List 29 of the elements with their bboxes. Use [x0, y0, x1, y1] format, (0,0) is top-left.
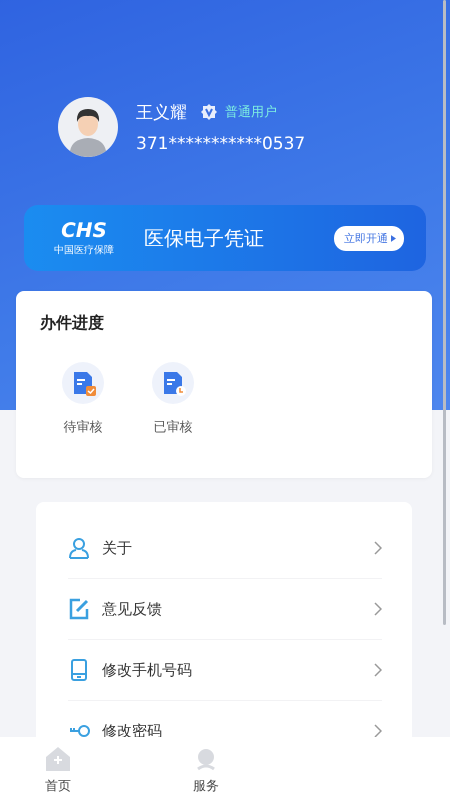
phone-icon — [68, 659, 90, 681]
avatar — [58, 97, 118, 157]
chevron-icon — [374, 663, 382, 677]
user-name: 王义耀 — [136, 102, 187, 124]
verified-icon — [201, 104, 217, 120]
chevron-icon — [374, 724, 382, 738]
logo-caption: 中国医疗保障 — [54, 244, 114, 256]
section-title: 办件进度 — [40, 313, 104, 332]
progress-label[interactable]: 已审核 — [154, 418, 192, 436]
document-check-icon[interactable] — [62, 362, 104, 404]
id-number: 371***********0537 — [136, 134, 306, 154]
person-icon — [68, 537, 90, 559]
chevron-icon — [374, 541, 382, 555]
progress-label[interactable]: 待审核 — [64, 418, 102, 436]
user-role: 普通用户 — [225, 104, 277, 121]
menu-item[interactable]: 意见反馈 — [102, 600, 362, 618]
menu-item[interactable]: 关于 — [102, 538, 362, 558]
menu-item[interactable]: 修改手机号码 — [102, 660, 362, 680]
caret-icon — [391, 234, 396, 242]
edit-icon — [68, 598, 90, 620]
document-clock-icon[interactable] — [152, 362, 194, 404]
tab[interactable]: 首页 — [44, 737, 72, 800]
banner[interactable]: CHS 中国医疗保障 医保电子凭证 立即开通 — [24, 205, 426, 271]
banner-title: 医保电子凭证 — [144, 224, 265, 252]
logo-text: CHS — [61, 220, 107, 240]
tab[interactable]: 服务 — [192, 737, 220, 800]
chevron-icon — [374, 602, 382, 616]
home-icon — [44, 745, 72, 773]
activate-button[interactable]: 立即开通 — [334, 226, 404, 250]
